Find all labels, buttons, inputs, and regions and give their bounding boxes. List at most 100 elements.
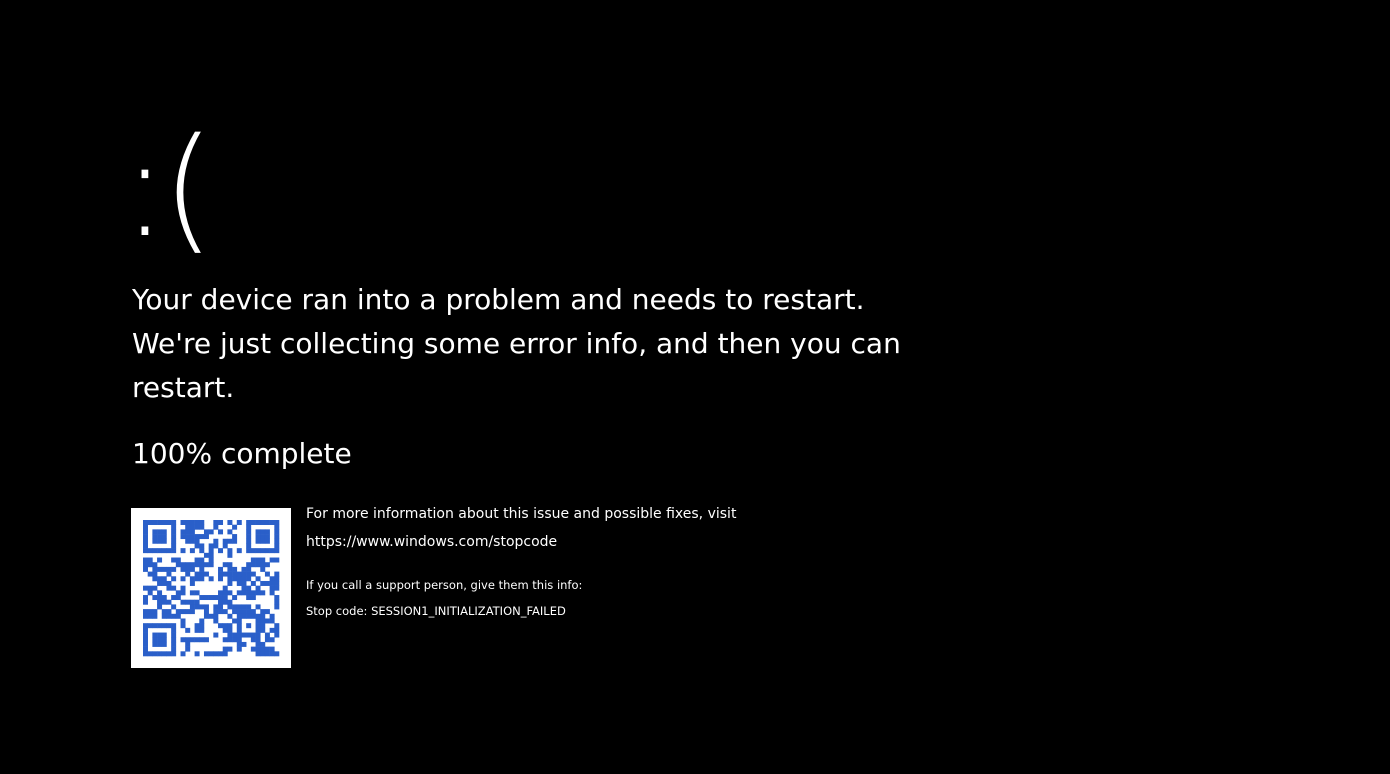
qr-module	[185, 609, 191, 615]
qr-module	[180, 529, 186, 535]
qr-module	[171, 543, 177, 549]
qr-module	[199, 604, 205, 610]
qr-module	[218, 623, 224, 629]
qr-module	[203, 562, 209, 568]
qr-module	[171, 524, 177, 530]
qr-module	[208, 651, 214, 657]
qr-module	[236, 637, 242, 643]
qr-module	[232, 637, 238, 643]
qr-module	[213, 524, 219, 530]
stopcode-url-link[interactable]: https://www.windows.com/stopcode	[306, 526, 866, 558]
qr-module	[227, 562, 233, 568]
qr-module	[175, 557, 181, 563]
qr-module	[222, 571, 228, 577]
qr-module	[208, 529, 214, 535]
qr-module	[143, 520, 148, 525]
qr-module	[246, 590, 252, 596]
stop-code-text: Stop code: SESSION1_INITIALIZATION_FAILE…	[306, 604, 566, 618]
qr-code-icon	[131, 508, 291, 668]
qr-module	[208, 576, 214, 582]
qr-module	[203, 651, 209, 657]
qr-module	[236, 627, 242, 633]
qr-module	[232, 534, 238, 540]
qr-module	[157, 576, 163, 582]
qr-module	[232, 609, 238, 615]
qr-module	[143, 524, 148, 530]
qr-module	[147, 590, 153, 596]
qr-module	[171, 595, 177, 601]
qr-module	[180, 566, 186, 572]
qr-module	[171, 604, 177, 610]
qr-module	[185, 571, 191, 577]
qr-module	[232, 632, 238, 638]
qr-module	[236, 580, 242, 586]
qr-module	[260, 651, 266, 657]
qr-module	[264, 538, 270, 544]
qr-module	[269, 520, 275, 525]
qr-module	[250, 609, 256, 615]
qr-module	[213, 604, 219, 610]
qr-module	[194, 627, 200, 633]
qr-module	[274, 543, 280, 549]
qr-module	[255, 627, 261, 633]
qr-module	[227, 576, 233, 582]
qr-module	[143, 627, 148, 633]
qr-module	[171, 538, 177, 544]
qr-module	[185, 524, 191, 530]
qr-module	[157, 651, 163, 657]
qr-module	[241, 585, 247, 591]
qr-module	[264, 632, 270, 638]
qr-module	[166, 571, 172, 577]
qr-module	[260, 520, 266, 525]
qr-module	[157, 529, 163, 535]
qr-module	[180, 534, 186, 540]
qr-module	[264, 534, 270, 540]
qr-module	[185, 627, 191, 633]
qr-module	[260, 562, 266, 568]
qr-module	[180, 520, 186, 525]
qr-module	[203, 609, 209, 615]
qr-module	[218, 651, 224, 657]
qr-module	[255, 562, 261, 568]
qr-module	[143, 566, 148, 572]
qr-module	[213, 651, 219, 657]
qr-module	[143, 651, 148, 657]
error-message: Your device ran into a problem and needs…	[132, 278, 901, 410]
qr-module	[264, 529, 270, 535]
qr-module	[161, 548, 167, 554]
qr-module	[157, 534, 163, 540]
qr-module	[274, 623, 280, 629]
qr-module	[157, 604, 163, 610]
qr-module	[180, 599, 186, 605]
qr-module	[203, 529, 209, 535]
error-message-line: We're just collecting some error info, a…	[132, 327, 901, 360]
qr-module	[180, 590, 186, 596]
qr-module	[236, 590, 242, 596]
qr-module	[189, 524, 195, 530]
qr-module	[208, 595, 214, 601]
qr-module	[260, 548, 266, 554]
qr-module	[274, 538, 280, 544]
qr-module	[147, 557, 153, 563]
qr-module	[274, 534, 280, 540]
qr-module	[175, 590, 181, 596]
qr-module	[161, 595, 167, 601]
qr-module	[199, 637, 205, 643]
qr-module	[147, 571, 153, 577]
qr-module	[161, 538, 167, 544]
qr-module	[185, 641, 191, 647]
qr-module	[274, 557, 280, 563]
qr-module	[143, 595, 148, 601]
qr-module	[147, 585, 153, 591]
qr-module	[246, 632, 252, 638]
qr-module	[175, 595, 181, 601]
qr-module	[213, 613, 219, 619]
qr-module	[232, 566, 238, 572]
qr-module	[171, 529, 177, 535]
qr-module	[166, 609, 172, 615]
qr-module	[194, 651, 200, 657]
qr-module	[194, 543, 200, 549]
qr-module	[260, 646, 266, 652]
qr-module	[194, 534, 200, 540]
qr-module	[143, 538, 148, 544]
